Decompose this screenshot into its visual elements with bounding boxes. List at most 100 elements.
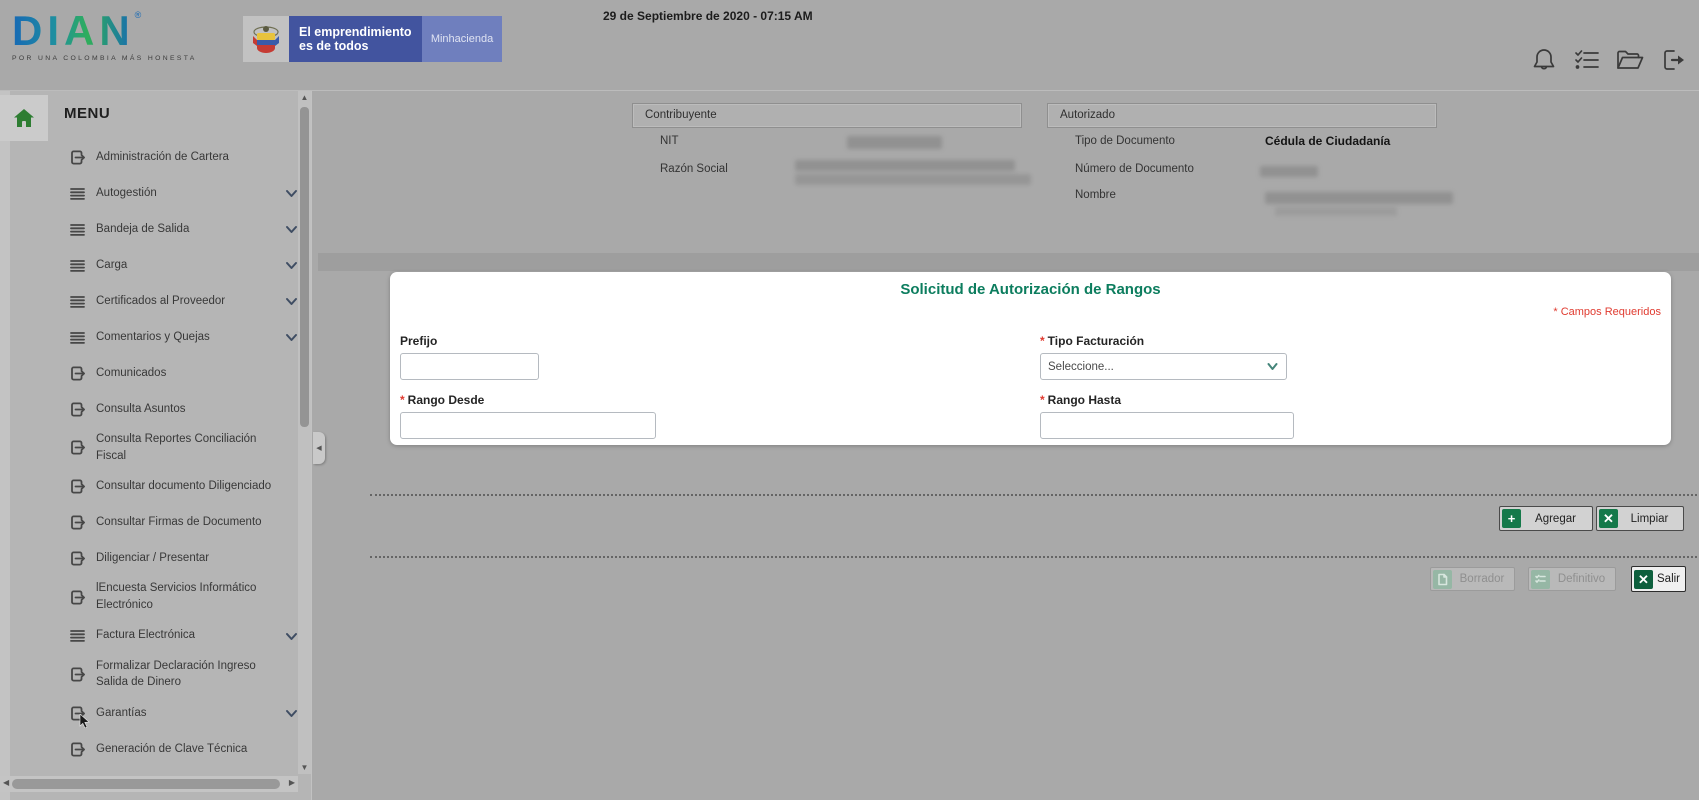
sidebar-item-label: lEncuesta Servicios Informático Electrón… bbox=[96, 582, 257, 612]
rango-hasta-label: * Rango Hasta bbox=[1040, 393, 1122, 407]
agregar-button[interactable]: + Agregar bbox=[1499, 506, 1593, 531]
horizontal-scroll-thumb[interactable] bbox=[12, 779, 280, 789]
limpiar-button[interactable]: ✕ Limpiar bbox=[1596, 506, 1684, 531]
separator-dashed-line bbox=[370, 494, 1697, 496]
tipo-documento-value: Cédula de Ciudadanía bbox=[1265, 134, 1391, 148]
prefijo-input[interactable] bbox=[400, 353, 539, 380]
checklist-icon[interactable] bbox=[1572, 45, 1602, 75]
box-arrow-icon bbox=[71, 479, 85, 494]
sidebar-item-label: Certificados al Proveedor bbox=[96, 294, 226, 307]
home-button[interactable] bbox=[0, 95, 48, 141]
sidebar-item-label: Bandeja de Salida bbox=[96, 222, 190, 235]
sidebar-item-label: Formalizar Declaración Ingreso Salida de… bbox=[96, 659, 256, 689]
tipo-facturacion-select[interactable]: Seleccione... bbox=[1040, 353, 1287, 380]
sidebar-item-14[interactable]: Formalizar Declaración Ingreso Salida de… bbox=[48, 654, 300, 695]
sidebar-item-label: Garantías bbox=[96, 706, 147, 719]
sidebar-item-3[interactable]: Carga bbox=[48, 247, 300, 283]
tipo-documento-label: Tipo de Documento bbox=[1075, 135, 1175, 147]
nit-label: NIT bbox=[660, 135, 679, 147]
chevron-down-icon bbox=[286, 710, 297, 718]
sidebar-item-2[interactable]: Bandeja de Salida bbox=[48, 211, 300, 247]
box-arrow-icon bbox=[71, 402, 85, 416]
sidebar-horizontal-scrollbar[interactable]: ◀ ▶ bbox=[0, 776, 298, 792]
sidebar-item-6[interactable]: Comunicados bbox=[48, 355, 300, 391]
sidebar-item-12[interactable]: lEncuesta Servicios Informático Electrón… bbox=[48, 576, 300, 617]
rango-desde-input[interactable] bbox=[400, 412, 656, 439]
sidebar-item-13[interactable]: Factura Electrónica bbox=[48, 618, 300, 654]
dian-brand-text: DIAN bbox=[12, 7, 135, 54]
sidebar-item-16[interactable]: Generación de Clave Técnica bbox=[48, 731, 300, 767]
razon-social-label: Razón Social bbox=[660, 163, 728, 175]
sidebar-item-9[interactable]: Consultar documento Diligenciado bbox=[48, 468, 300, 504]
gov-slogan-line1: El emprendimiento bbox=[299, 24, 412, 39]
salir-button[interactable]: ✕ Salir bbox=[1631, 566, 1686, 592]
sidebar-item-10[interactable]: Consultar Firmas de Documento bbox=[48, 504, 300, 540]
header-icon-bar bbox=[1529, 45, 1688, 75]
box-arrow-icon bbox=[71, 150, 85, 164]
separator-dashed-line bbox=[370, 556, 1697, 558]
redacted-value bbox=[847, 136, 942, 149]
bell-icon[interactable] bbox=[1529, 45, 1559, 75]
sidebar-item-label: Carga bbox=[96, 258, 128, 271]
autorizado-panel-header: Autorizado bbox=[1047, 103, 1437, 128]
redacted-value bbox=[1275, 207, 1397, 216]
scroll-left-arrow-icon[interactable]: ◀ bbox=[3, 778, 9, 787]
sidebar-item-4[interactable]: Certificados al Proveedor bbox=[48, 283, 300, 319]
sidebar: MENU Administración de Cartera Autogesti… bbox=[0, 91, 312, 800]
solicitud-rangos-card: Solicitud de Autorización de Rangos * Ca… bbox=[390, 272, 1671, 445]
box-arrow-icon bbox=[71, 742, 85, 757]
content-divider-band bbox=[318, 253, 1699, 271]
tipo-facturacion-label: * Tipo Facturación bbox=[1040, 334, 1145, 348]
sidebar-item-1[interactable]: Autogestión bbox=[48, 175, 300, 211]
current-datetime: 29 de Septiembre de 2020 - 07:15 AM bbox=[603, 9, 813, 23]
redacted-value bbox=[795, 174, 1031, 185]
redacted-value bbox=[1260, 166, 1318, 177]
logout-icon[interactable] bbox=[1658, 45, 1688, 75]
sidebar-item-label: Comentarios y Quejas bbox=[96, 330, 210, 343]
scroll-down-arrow-icon[interactable]: ▼ bbox=[298, 763, 311, 772]
sidebar-item-15[interactable]: Garantías bbox=[48, 695, 300, 731]
sidebar-item-label: Consultar Firmas de Documento bbox=[96, 516, 262, 528]
x-icon: ✕ bbox=[1634, 569, 1653, 589]
scroll-right-arrow-icon[interactable]: ▶ bbox=[289, 778, 295, 787]
menu-lines-icon bbox=[70, 331, 85, 344]
sidebar-vertical-scrollbar[interactable]: ▲ ▼ bbox=[298, 91, 311, 774]
scroll-up-arrow-icon[interactable]: ▲ bbox=[298, 93, 311, 102]
sidebar-item-0[interactable]: Administración de Cartera bbox=[48, 139, 300, 175]
menu-lines-icon bbox=[70, 223, 85, 236]
menu-lines-icon bbox=[70, 187, 85, 200]
folder-open-icon[interactable] bbox=[1615, 45, 1645, 75]
menu-lines-icon bbox=[70, 259, 85, 272]
borrador-button: Borrador bbox=[1430, 567, 1515, 591]
sidebar-item-11[interactable]: Diligenciar / Presentar bbox=[48, 540, 300, 576]
colombia-coat-of-arms-icon bbox=[243, 16, 289, 62]
box-arrow-icon bbox=[71, 551, 85, 566]
box-arrow-icon bbox=[71, 667, 85, 682]
vertical-scroll-thumb[interactable] bbox=[300, 107, 309, 427]
mouse-cursor-icon bbox=[79, 713, 90, 728]
dian-app-window: DIAN® POR UNA COLOMBIA MÁS HONESTA El em… bbox=[0, 0, 1699, 800]
sidebar-item-5[interactable]: Comentarios y Quejas bbox=[48, 319, 300, 355]
chevron-down-icon bbox=[286, 226, 297, 233]
sidebar-item-7[interactable]: Consulta Asuntos bbox=[48, 391, 300, 427]
dian-tagline: POR UNA COLOMBIA MÁS HONESTA bbox=[12, 55, 197, 62]
definitivo-button: Definitivo bbox=[1528, 567, 1616, 591]
nombre-label: Nombre bbox=[1075, 189, 1116, 201]
sidebar-item-label: Comunicados bbox=[96, 366, 167, 379]
dian-logo: DIAN® POR UNA COLOMBIA MÁS HONESTA bbox=[12, 7, 212, 63]
box-arrow-icon bbox=[71, 590, 85, 605]
redacted-value bbox=[1265, 192, 1453, 204]
sidebar-menu-list: Administración de Cartera Autogestión Ba… bbox=[48, 139, 300, 767]
rango-hasta-input[interactable] bbox=[1040, 412, 1294, 439]
rango-desde-label: * Rango Desde bbox=[400, 393, 485, 407]
sidebar-item-label: Consulta Reportes Conciliación Fiscal bbox=[96, 433, 257, 462]
sidebar-item-8[interactable]: Consulta Reportes Conciliación Fiscal bbox=[48, 427, 300, 468]
contribuyente-panel-header: Contribuyente bbox=[632, 103, 1022, 128]
chevron-down-icon bbox=[286, 262, 297, 269]
numero-documento-label: Número de Documento bbox=[1075, 163, 1194, 175]
form-title: Solicitud de Autorización de Rangos bbox=[900, 281, 1161, 298]
sidebar-item-label: Factura Electrónica bbox=[96, 629, 196, 642]
document-icon bbox=[1433, 569, 1452, 589]
sidebar-item-label: Autogestión bbox=[96, 186, 157, 199]
sidebar-left-strip bbox=[0, 91, 10, 800]
